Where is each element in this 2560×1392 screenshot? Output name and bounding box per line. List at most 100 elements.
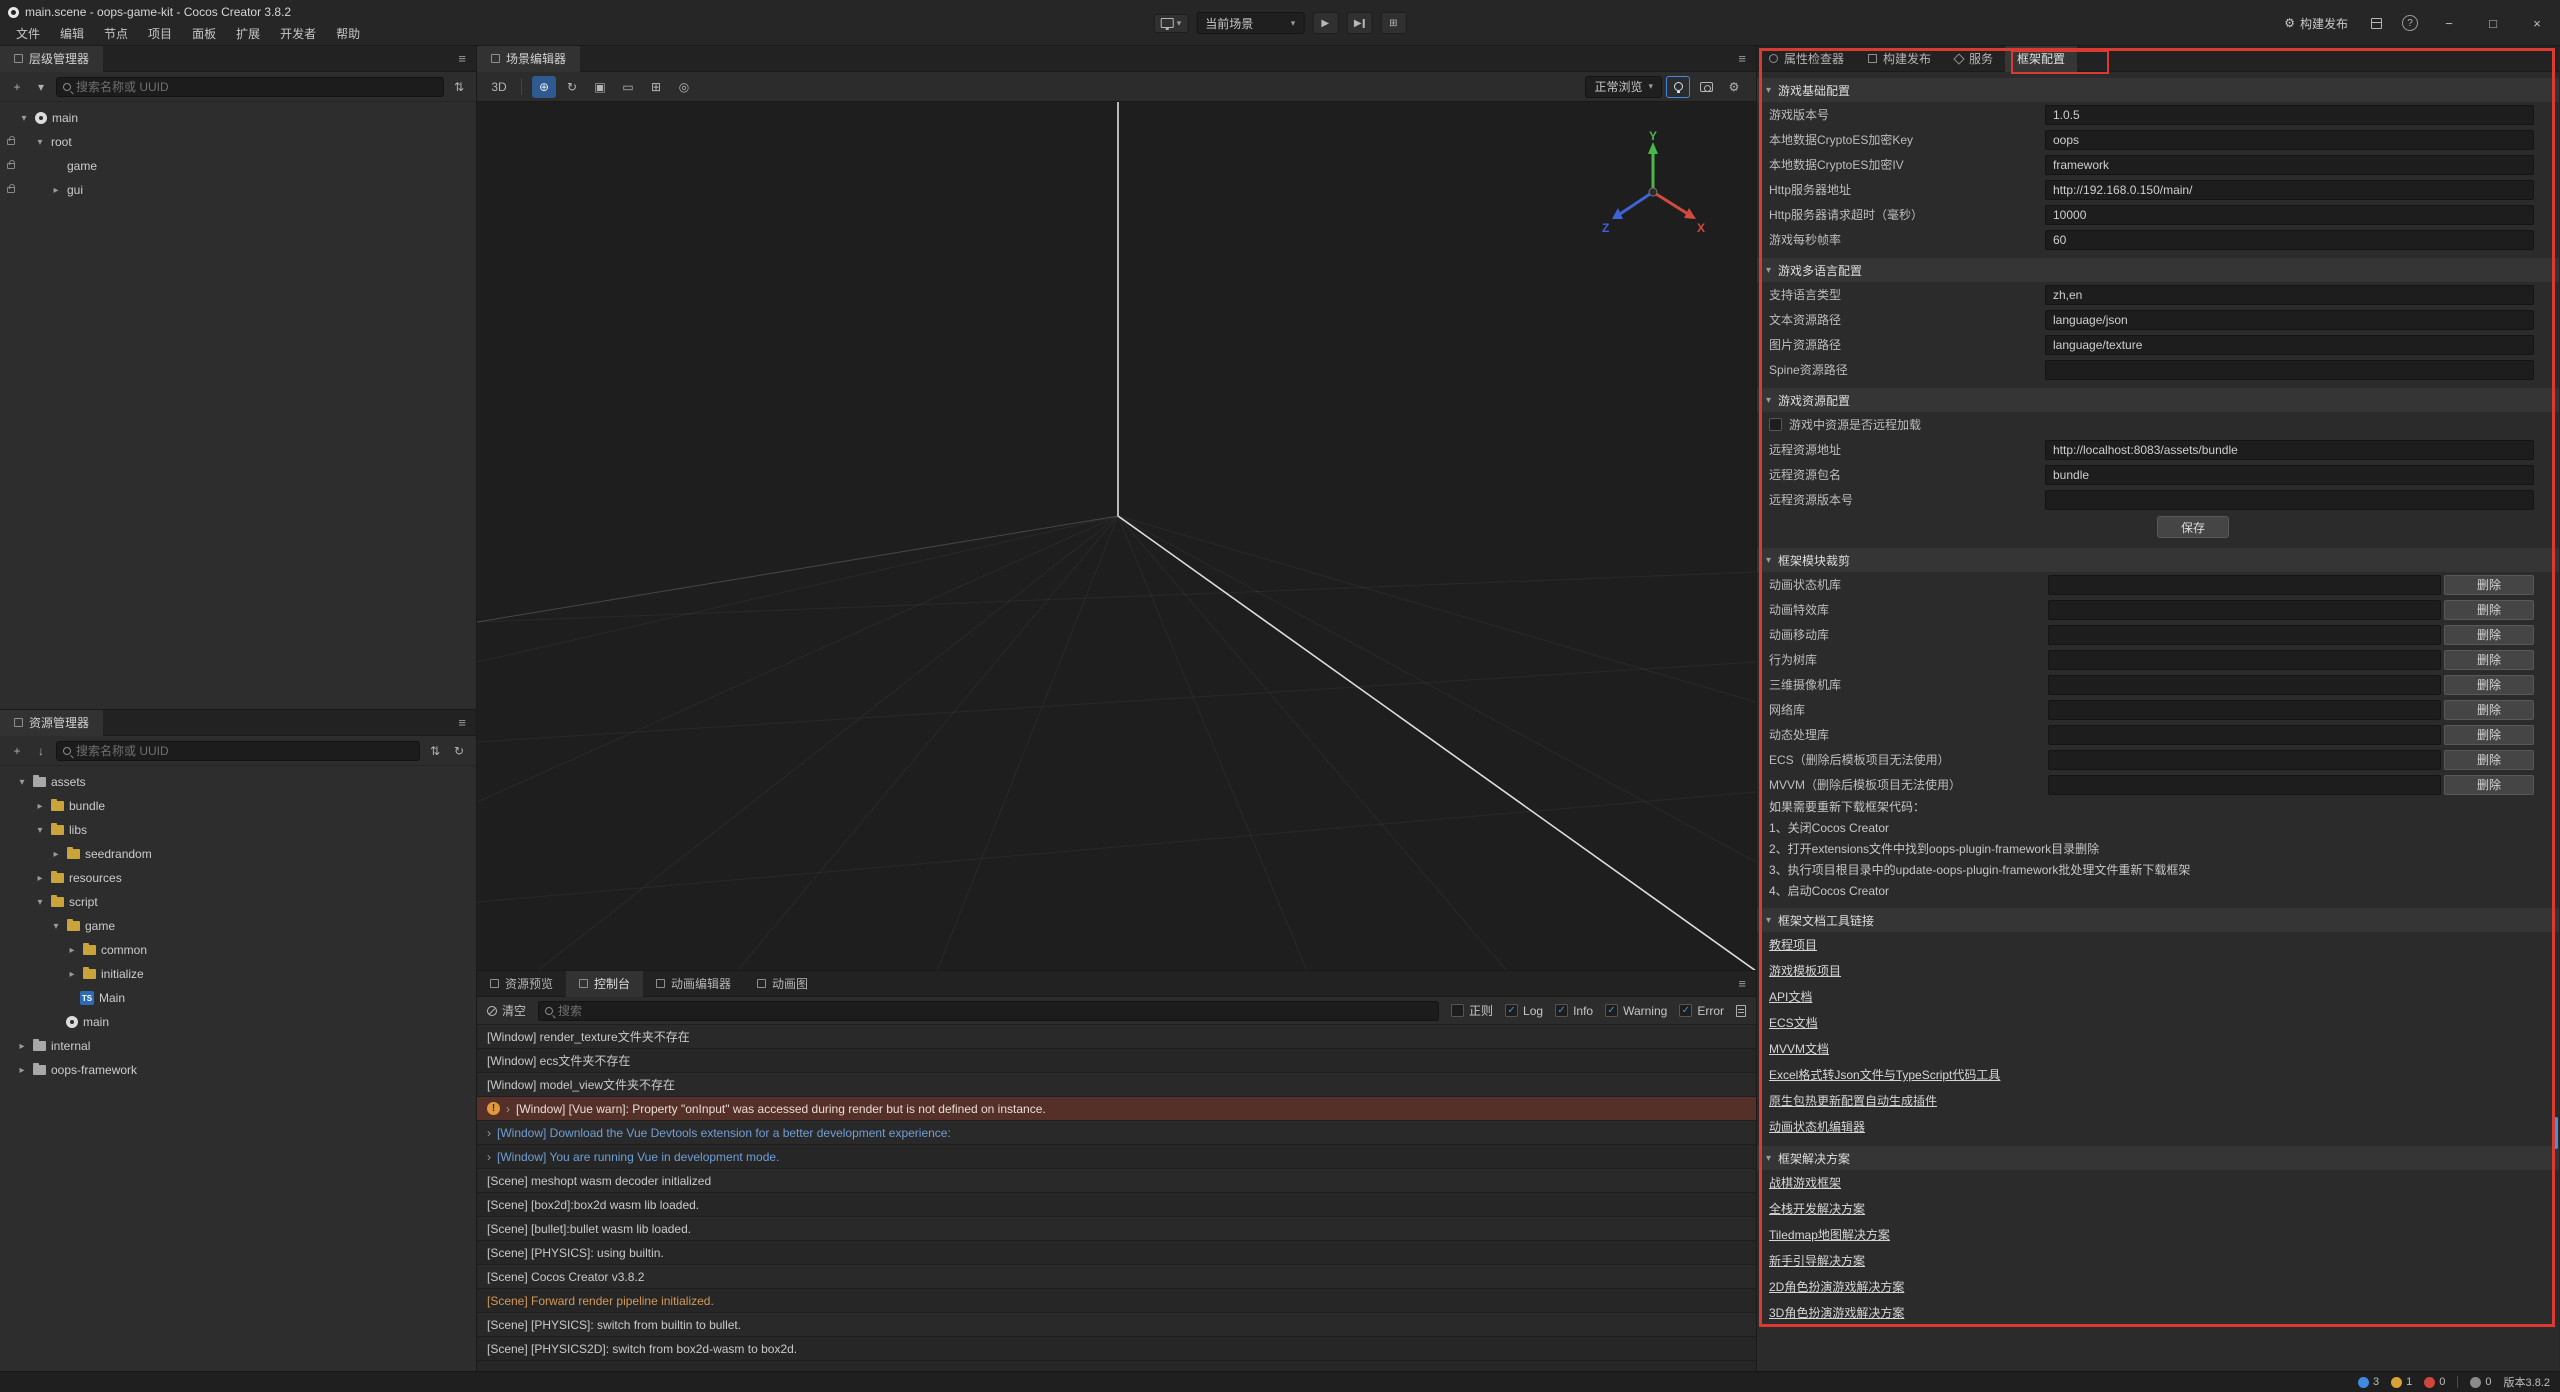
lock-icon[interactable] bbox=[7, 163, 15, 169]
filter-info-checkbox[interactable]: ✓ Info bbox=[1555, 1004, 1593, 1018]
tab-animation-graph[interactable]: 动画图 bbox=[744, 971, 821, 997]
crypto-key-input[interactable] bbox=[2045, 130, 2534, 150]
tab-scene-editor[interactable]: 场景编辑器 bbox=[477, 46, 580, 72]
clear-log-button[interactable]: 清空 bbox=[487, 1002, 526, 1019]
caret-icon[interactable]: ▾ bbox=[34, 825, 46, 836]
solution-link[interactable]: Tiledmap地图解决方案 bbox=[1757, 1222, 2559, 1248]
assets-search-input[interactable] bbox=[76, 744, 413, 758]
caret-icon[interactable]: ▾ bbox=[34, 897, 46, 908]
log-row[interactable]: [Window] render_texture文件夹不存在 bbox=[477, 1025, 1756, 1049]
filter-error-checkbox[interactable]: ✓ Error bbox=[1679, 1004, 1724, 1018]
play-button[interactable]: ▶ bbox=[1312, 12, 1338, 34]
asset-node-bundle[interactable]: ▸ bundle bbox=[0, 794, 476, 818]
tab-console[interactable]: 控制台 bbox=[566, 971, 643, 997]
tab-asset-preview[interactable]: 资源预览 bbox=[477, 971, 566, 997]
assets-sort-icon[interactable]: ⇅ bbox=[426, 742, 444, 760]
game-version-input[interactable] bbox=[2045, 105, 2534, 125]
add-node-button[interactable]: + bbox=[8, 78, 26, 96]
save-button[interactable]: 保存 bbox=[2157, 516, 2229, 538]
tab-hierarchy[interactable]: 层级管理器 bbox=[0, 46, 103, 72]
rect-tool-button[interactable]: ▭ bbox=[616, 76, 640, 98]
log-search-input[interactable] bbox=[558, 1004, 1432, 1018]
section-solutions[interactable]: ▾ 框架解决方案 bbox=[1757, 1146, 2559, 1170]
menu-help[interactable]: 帮助 bbox=[328, 23, 368, 44]
tab-property-inspector[interactable]: 属性检查器 bbox=[1757, 46, 1856, 72]
doc-link[interactable]: 动画状态机编辑器 bbox=[1757, 1114, 2559, 1140]
fps-input[interactable] bbox=[2045, 230, 2534, 250]
log-row-warning[interactable]: ! › [Window] [Vue warn]: Property "onInp… bbox=[477, 1097, 1756, 1121]
close-button[interactable]: × bbox=[2520, 0, 2554, 46]
doc-link[interactable]: 教程项目 bbox=[1757, 932, 2559, 958]
http-timeout-input[interactable] bbox=[2045, 205, 2534, 225]
axis-gizmo[interactable]: Y X Z bbox=[1598, 130, 1708, 240]
doc-link[interactable]: API文档 bbox=[1757, 984, 2559, 1010]
minimize-button[interactable]: − bbox=[2432, 0, 2466, 46]
regex-checkbox[interactable]: 正则 bbox=[1451, 1002, 1493, 1019]
open-log-file-button[interactable] bbox=[1736, 1005, 1746, 1017]
log-row[interactable]: [Scene] [PHYSICS]: using builtin. bbox=[477, 1241, 1756, 1265]
delete-button[interactable]: 删除 bbox=[2444, 675, 2534, 695]
scene-select[interactable]: 当前场景 ▾ bbox=[1196, 12, 1304, 34]
doc-link[interactable]: Excel格式转Json文件与TypeScript代码工具 bbox=[1757, 1062, 2559, 1088]
asset-node-common[interactable]: ▸ common bbox=[0, 938, 476, 962]
add-node-chevron-icon[interactable]: ▾ bbox=[32, 78, 50, 96]
menu-edit[interactable]: 编辑 bbox=[52, 23, 92, 44]
gizmo-tool-button[interactable]: ⊞ bbox=[644, 76, 668, 98]
asset-node-assets[interactable]: ▾ assets bbox=[0, 770, 476, 794]
filter-warning-checkbox[interactable]: ✓ Warning bbox=[1605, 1004, 1667, 1018]
move-tool-button[interactable]: ⊕ bbox=[532, 76, 556, 98]
light-toggle-button[interactable] bbox=[1666, 76, 1690, 98]
package-button[interactable] bbox=[2364, 12, 2388, 34]
solution-link[interactable]: 全栈开发解决方案 bbox=[1757, 1196, 2559, 1222]
delete-button[interactable]: 删除 bbox=[2444, 600, 2534, 620]
menu-panel[interactable]: 面板 bbox=[184, 23, 224, 44]
remote-bundle-input[interactable] bbox=[2045, 465, 2534, 485]
caret-icon[interactable]: ▸ bbox=[16, 1065, 28, 1076]
menu-developer[interactable]: 开发者 bbox=[272, 23, 324, 44]
log-search[interactable] bbox=[538, 1001, 1439, 1021]
error-counter[interactable]: 0 bbox=[2424, 1376, 2445, 1388]
doc-link[interactable]: 原生包热更新配置自动生成插件 bbox=[1757, 1088, 2559, 1114]
doc-link[interactable]: MVVM文档 bbox=[1757, 1036, 2559, 1062]
panel-menu-icon[interactable]: ≡ bbox=[1728, 51, 1756, 66]
asset-node-script[interactable]: ▾ script bbox=[0, 890, 476, 914]
inspector-scrollbar[interactable] bbox=[2554, 1117, 2558, 1149]
section-game-res[interactable]: ▾ 游戏资源配置 bbox=[1757, 388, 2559, 412]
doc-link[interactable]: 游戏模板项目 bbox=[1757, 958, 2559, 984]
help-button[interactable]: ? bbox=[2398, 12, 2422, 34]
lock-icon[interactable] bbox=[7, 139, 15, 145]
hierarchy-filter-icon[interactable]: ⇅ bbox=[450, 78, 468, 96]
asset-node-main-ts[interactable]: TS Main bbox=[0, 986, 476, 1010]
misc-counter[interactable]: 0 bbox=[2470, 1376, 2491, 1388]
expand-chevron-icon[interactable]: › bbox=[487, 1126, 491, 1140]
log-row[interactable]: [Window] model_view文件夹不存在 bbox=[477, 1073, 1756, 1097]
panel-menu-icon[interactable]: ≡ bbox=[1728, 976, 1756, 991]
scene-viewport[interactable]: Y X Z bbox=[477, 102, 1756, 970]
caret-icon[interactable]: ▸ bbox=[16, 1041, 28, 1052]
log-row[interactable]: [Window] ecs文件夹不存在 bbox=[477, 1049, 1756, 1073]
log-row[interactable]: [Scene] [PHYSICS]: switch from builtin t… bbox=[477, 1313, 1756, 1337]
log-row[interactable]: [Scene] [PHYSICS2D]: switch from box2d-w… bbox=[477, 1337, 1756, 1361]
layout-button[interactable]: ⊞ bbox=[1380, 12, 1406, 34]
rotate-tool-button[interactable]: ↻ bbox=[560, 76, 584, 98]
asset-node-main-scene[interactable]: main bbox=[0, 1010, 476, 1034]
menu-extension[interactable]: 扩展 bbox=[228, 23, 268, 44]
preview-platform-select[interactable]: ▾ bbox=[1154, 14, 1189, 33]
mode-3d-toggle[interactable]: 3D bbox=[487, 76, 511, 98]
log-row[interactable]: [Scene] [bullet]:bullet wasm lib loaded. bbox=[477, 1217, 1756, 1241]
solution-link[interactable]: 2D角色扮演游戏解决方案 bbox=[1757, 1274, 2559, 1300]
maximize-button[interactable]: □ bbox=[2476, 0, 2510, 46]
expand-chevron-icon[interactable]: › bbox=[506, 1102, 510, 1116]
asset-node-libs[interactable]: ▾ libs bbox=[0, 818, 476, 842]
log-row[interactable]: [Scene] Forward render pipeline initiali… bbox=[477, 1289, 1756, 1313]
tab-assets[interactable]: 资源管理器 bbox=[0, 710, 103, 736]
delete-button[interactable]: 删除 bbox=[2444, 625, 2534, 645]
log-row[interactable]: › [Window] You are running Vue in develo… bbox=[477, 1145, 1756, 1169]
languages-input[interactable] bbox=[2045, 285, 2534, 305]
delete-button[interactable]: 删除 bbox=[2444, 650, 2534, 670]
delete-button[interactable]: 删除 bbox=[2444, 725, 2534, 745]
tree-node-main[interactable]: ▾ main bbox=[0, 106, 476, 130]
text-res-path-input[interactable] bbox=[2045, 310, 2534, 330]
asset-node-internal[interactable]: ▸ internal bbox=[0, 1034, 476, 1058]
section-doc-links[interactable]: ▾ 框架文档工具链接 bbox=[1757, 908, 2559, 932]
